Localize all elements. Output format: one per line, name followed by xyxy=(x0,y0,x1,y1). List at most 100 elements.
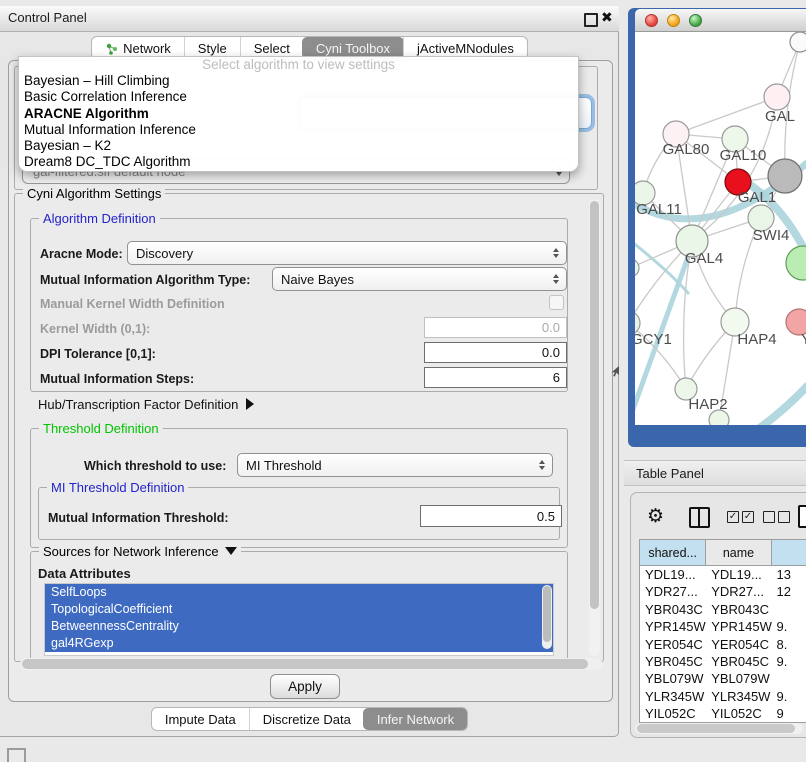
table-row[interactable]: YDL19...YDL19...13 xyxy=(640,566,806,583)
which-threshold-combo[interactable]: MI Threshold xyxy=(237,453,553,477)
attribute-item-selfloops[interactable]: SelfLoops xyxy=(45,584,553,601)
kernel-width-label: Kernel Width (0,1): xyxy=(40,322,150,336)
tab-infer-network[interactable]: Infer Network xyxy=(363,708,468,730)
table-row[interactable]: YLR345WYLR345W9. xyxy=(640,688,806,705)
network-node-leftsmall[interactable] xyxy=(635,259,639,277)
network-window-titlebar[interactable] xyxy=(635,9,806,32)
table-row[interactable]: YBR045CYBR045C9. xyxy=(640,653,806,670)
mouse-cursor-icon xyxy=(610,366,620,378)
table-cell: YBR043C xyxy=(640,601,706,618)
popup-item-dream8-dc-tdc-algorithm[interactable]: Dream8 DC_TDC Algorithm xyxy=(19,154,578,170)
table-cell: YLR345W xyxy=(640,688,706,705)
checked-checkbox-icon[interactable]: ✓ xyxy=(742,511,754,523)
network-node-topcircle[interactable] xyxy=(790,32,806,52)
settings-horizontal-scrollbar[interactable] xyxy=(20,658,602,670)
tab-discretize-data[interactable]: Discretize Data xyxy=(249,708,364,730)
table-row[interactable]: YDR27...YDR27...12 xyxy=(640,583,806,600)
settings-vertical-scrollbar[interactable] xyxy=(589,199,600,656)
popup-item-basic-correlation-inference[interactable]: Basic Correlation Inference xyxy=(19,89,578,105)
network-node-biggreen[interactable] xyxy=(786,246,806,280)
apply-button[interactable]: Apply xyxy=(270,674,340,699)
popup-item-aracne-algorithm[interactable]: ARACNE Algorithm xyxy=(19,106,578,122)
scrollbar-thumb[interactable] xyxy=(637,724,795,733)
hub-definition-toggle[interactable]: Hub/Transcription Factor Definition xyxy=(38,397,254,412)
settings-group-title: Cyni Algorithm Settings xyxy=(23,186,165,201)
table-cell: YDL19... xyxy=(640,566,706,583)
table-cell: 9. xyxy=(772,653,806,670)
node-label-Y: Y xyxy=(801,331,806,348)
attribute-item-topologicalcoefficient[interactable]: TopologicalCoefficient xyxy=(45,601,553,618)
which-threshold-value: MI Threshold xyxy=(246,458,322,473)
scrollbar-thumb[interactable] xyxy=(22,659,588,669)
network-node-botsmall[interactable] xyxy=(709,410,729,425)
column-header-extra[interactable] xyxy=(772,540,806,565)
document-icon[interactable] xyxy=(798,505,806,528)
list-scrollbar[interactable] xyxy=(542,585,552,649)
table-row[interactable]: YPR145WYPR145W9. xyxy=(640,618,806,635)
table-horizontal-scrollbar[interactable] xyxy=(635,723,803,734)
table-row[interactable]: YBL079WYBL079W xyxy=(640,670,806,687)
checked-checkbox-icon[interactable]: ✓ xyxy=(727,511,739,523)
tab-label: Cyni Toolbox xyxy=(316,41,390,56)
mi-type-combo[interactable]: Naive Bayes xyxy=(272,267,567,291)
network-node-GAL[interactable] xyxy=(764,84,790,110)
manual-kernel-label: Manual Kernel Width Definition xyxy=(40,297,225,311)
unchecked-checkbox-icon[interactable] xyxy=(763,511,775,523)
kernel-width-field[interactable]: 0.0 xyxy=(424,317,567,338)
popup-item-bayesian-k2[interactable]: Bayesian – K2 xyxy=(19,138,578,154)
column-header-shared...[interactable]: shared... xyxy=(640,540,706,565)
node-label-GAL1: GAL1 xyxy=(738,189,776,206)
network-graph: GALGAL80GAL10GAL1GAL11SWI4GAL4GCY1HAP4YH… xyxy=(635,32,806,425)
float-window-icon[interactable] xyxy=(584,13,598,27)
table-cell: YDR27... xyxy=(640,583,706,600)
sources-group-title[interactable]: Sources for Network Inference xyxy=(39,544,241,559)
tab-impute-data[interactable]: Impute Data xyxy=(152,708,249,730)
table-panel-titlebar[interactable]: Table Panel xyxy=(624,460,806,486)
table-cell: YBR045C xyxy=(706,653,771,670)
table-cell: 9. xyxy=(772,618,806,635)
table-cell: YBR043C xyxy=(706,601,771,618)
algorithm-popup: Select algorithm to view settings Bayesi… xyxy=(18,56,579,172)
table-cell: 9 xyxy=(772,705,806,722)
table-row[interactable]: YBR043CYBR043C xyxy=(640,601,806,618)
control-panel-titlebar[interactable] xyxy=(0,6,619,32)
network-node-grayn[interactable] xyxy=(768,159,802,193)
node-label-HAP4: HAP4 xyxy=(737,331,776,348)
gear-icon[interactable]: ⚙ xyxy=(647,505,664,527)
table-row[interactable]: YER054CYER054C8. xyxy=(640,636,806,653)
dpi-tolerance-label: DPI Tolerance [0,1]: xyxy=(40,347,156,361)
close-icon[interactable]: ✖ xyxy=(601,9,613,26)
data-attributes-label: Data Attributes xyxy=(38,566,131,581)
attribute-item-gal4rgexp[interactable]: gal4RGexp xyxy=(45,635,553,652)
mi-steps-field[interactable]: 6 xyxy=(424,367,567,388)
table-cell xyxy=(772,670,806,687)
popup-item-mutual-information-inference[interactable]: Mutual Information Inference xyxy=(19,122,578,138)
mi-type-label: Mutual Information Algorithm Type: xyxy=(40,273,250,287)
dpi-tolerance-field[interactable]: 0.0 xyxy=(424,342,567,363)
node-label-GAL4: GAL4 xyxy=(685,250,723,267)
aracne-mode-combo[interactable]: Discovery xyxy=(127,241,567,265)
minimize-traffic-light-icon[interactable] xyxy=(667,14,680,27)
node-label-GAL80: GAL80 xyxy=(663,141,710,158)
close-traffic-light-icon[interactable] xyxy=(645,14,658,27)
mi-threshold-title: MI Threshold Definition xyxy=(47,480,188,495)
aracne-mode-value: Discovery xyxy=(136,246,193,261)
table-cell: YER054C xyxy=(640,636,706,653)
mi-threshold-field[interactable]: 0.5 xyxy=(420,505,562,527)
data-attributes-list[interactable]: SelfLoopsTopologicalCoefficientBetweenne… xyxy=(44,583,554,656)
tab-label: Network xyxy=(123,41,171,56)
unchecked-checkbox-icon[interactable] xyxy=(778,511,790,523)
attribute-item-betweennesscentrality[interactable]: BetweennessCentrality xyxy=(45,618,553,635)
collapsed-panel-icon[interactable] xyxy=(7,748,26,762)
zoom-traffic-light-icon[interactable] xyxy=(689,14,702,27)
network-canvas[interactable]: GALGAL80GAL10GAL1GAL11SWI4GAL4GCY1HAP4YH… xyxy=(635,32,806,425)
manual-kernel-checkbox[interactable] xyxy=(549,295,564,310)
column-header-name[interactable]: name xyxy=(706,540,771,565)
popup-item-bayesian-hill-climbing[interactable]: Bayesian – Hill Climbing xyxy=(19,73,578,89)
tab-label: Impute Data xyxy=(165,712,236,727)
node-table[interactable]: shared...name YDL19...YDL19...13YDR27...… xyxy=(639,539,806,723)
table-row[interactable]: YIL052CYIL052C9 xyxy=(640,705,806,722)
scrollbar-thumb[interactable] xyxy=(590,201,599,609)
tab-label: Infer Network xyxy=(377,712,454,727)
columns-icon[interactable] xyxy=(689,507,710,528)
